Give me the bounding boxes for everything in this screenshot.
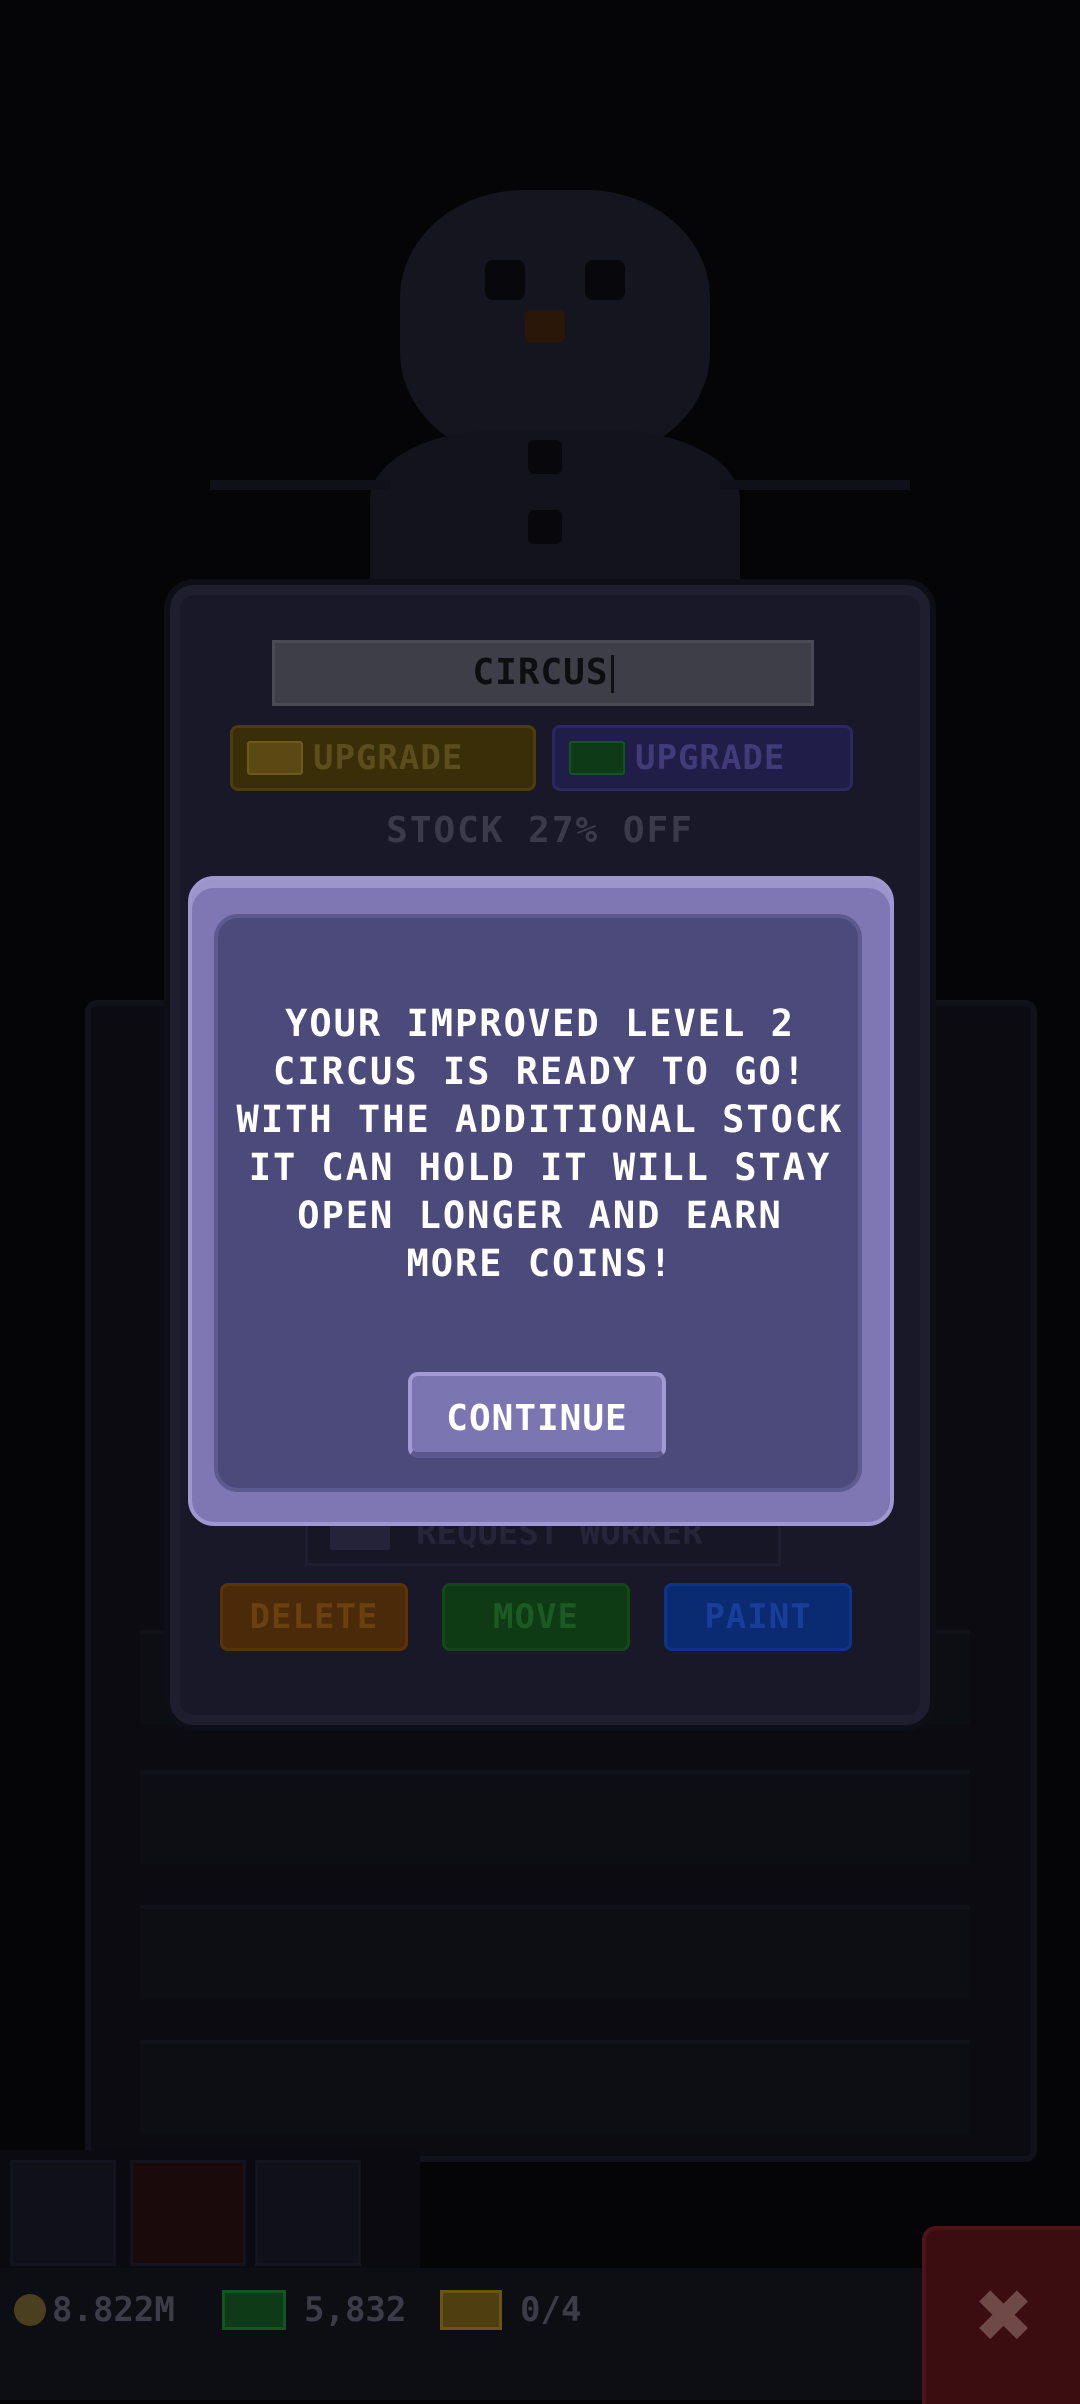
snowman-button [528, 510, 562, 544]
upgrade-bux-button[interactable]: UPGRADE [552, 725, 853, 791]
bux-icon [222, 2290, 286, 2330]
building-name-text: CIRCUS [472, 652, 609, 693]
snowman-eye-right [585, 260, 625, 300]
popup-message-line: CIRCUS IS READY TO GO! [272, 1050, 808, 1093]
snowman-eye-left [485, 260, 525, 300]
building-name-input[interactable]: CIRCUS [272, 640, 814, 706]
background-floor-row [140, 1905, 970, 1999]
toolbar-tab[interactable] [255, 2160, 361, 2266]
close-button[interactable]: ✖ [922, 2226, 1080, 2404]
gold-ticket-counter: 0/4 [440, 2290, 581, 2330]
popup-message-line: IT CAN HOLD IT WILL STAY [248, 1146, 832, 1189]
coins-counter: 8.822M [14, 2290, 175, 2330]
coin-icon [14, 2294, 46, 2326]
move-button[interactable]: MOVE [442, 1583, 630, 1651]
popup-message-line: MORE COINS! [406, 1242, 674, 1285]
popup-message-line: OPEN LONGER AND EARN [297, 1194, 783, 1237]
status-bar [0, 2268, 1080, 2400]
snowman-nose [525, 310, 565, 342]
paint-button[interactable]: PAINT [664, 1583, 852, 1651]
gold-ticket-icon [440, 2290, 502, 2330]
popup-message-line: YOUR IMPROVED LEVEL 2 [285, 1002, 795, 1045]
bux-value: 5,832 [304, 2290, 407, 2330]
popup-message-line: WITH THE ADDITIONAL STOCK [236, 1098, 844, 1141]
toolbar-tab[interactable] [10, 2160, 116, 2266]
upgrade-coins-button[interactable]: UPGRADE [230, 725, 536, 791]
text-cursor [610, 655, 614, 693]
gold-ticket-icon [247, 740, 303, 775]
upgrade-bux-label: UPGRADE [635, 738, 786, 778]
bux-icon [569, 740, 625, 775]
snowman-arm-left [210, 480, 390, 490]
background-floor-row [140, 2040, 970, 2134]
bux-counter: 5,832 [222, 2290, 406, 2330]
snowman-button [528, 440, 562, 474]
delete-button[interactable]: DELETE [220, 1583, 408, 1651]
coins-value: 8.822M [52, 2290, 175, 2330]
close-icon: ✖ [976, 2259, 1034, 2371]
popup-message: YOUR IMPROVED LEVEL 2 CIRCUS IS READY TO… [220, 1000, 860, 1288]
toolbar-tab[interactable] [130, 2160, 246, 2266]
upgrade-coins-label: UPGRADE [313, 738, 464, 778]
snowman-arm-right [720, 480, 910, 490]
stock-discount-text: STOCK 27% OFF [386, 810, 694, 851]
background-floor-row [140, 1770, 970, 1864]
gold-ticket-value: 0/4 [520, 2290, 582, 2330]
continue-button[interactable]: CONTINUE [408, 1372, 666, 1458]
